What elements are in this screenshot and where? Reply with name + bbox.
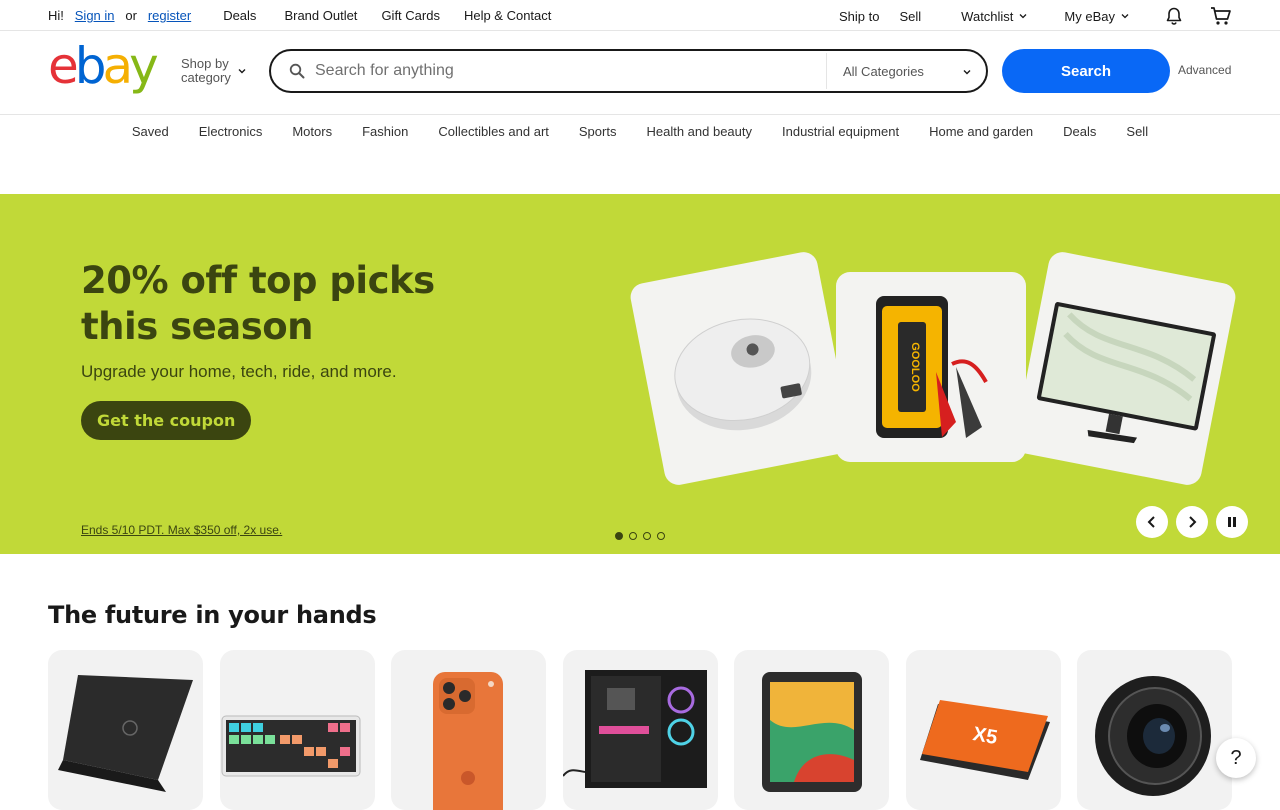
greeting: Hi! Sign in or register [48,8,191,23]
or-text: or [125,8,137,23]
tile-camera-lens[interactable] [1077,650,1232,810]
register-link[interactable]: register [148,8,191,23]
chevron-down-icon [1019,14,1027,19]
tile-phone[interactable] [391,650,546,810]
ssd-image: X5 [919,700,1050,780]
carousel-dots [615,532,671,540]
svg-text:X5: X5 [971,723,999,749]
pc-tower-image [562,670,707,788]
chevron-down-icon [238,69,246,74]
tile-keyboard[interactable] [219,650,375,810]
deals-link[interactable]: Deals [223,8,256,23]
advanced-search-link[interactable]: Advanced [1178,63,1231,77]
hero-subtitle: Upgrade your home, tech, ride, and more. [81,362,397,381]
monitor-card[interactable] [1012,249,1238,488]
search-bar: All Categories [269,49,988,93]
logo-letter-e: e [48,37,79,95]
category-select-value: All Categories [843,63,924,79]
shop-by-category-button[interactable]: Shop by category [181,57,247,85]
tile-tablet[interactable] [734,650,889,810]
keyboard-image [221,715,360,777]
logo-letter-a: a [102,37,134,95]
search-button[interactable]: Search [1002,49,1170,93]
robot-vacuum-card[interactable] [628,249,854,488]
chevron-right-icon [1189,516,1197,528]
nav-item-electronics[interactable]: Electronics [199,124,263,144]
top-right-links: Ship to Sell Watchlist My eBay [839,6,1232,26]
section-title: The future in your hands [48,601,377,629]
tile-laptop[interactable] [48,650,203,810]
product-tiles-row: X5 [48,650,1249,810]
chevron-down-icon [1121,14,1129,19]
greeting-text: Hi! [48,8,64,23]
search-input[interactable] [315,59,815,83]
carousel-dot[interactable] [629,532,637,540]
robot-vacuum-image [674,318,812,431]
logo-letter-y: y [129,37,159,95]
notifications-bell-icon[interactable] [1164,6,1184,26]
carousel-dot[interactable] [615,532,623,540]
cart-icon[interactable] [1210,6,1232,26]
carousel-prev-button[interactable] [1136,506,1168,538]
hero-terms-link[interactable]: Ends 5/10 PDT. Max $350 off, 2x use. [81,523,282,537]
nav-item-sports[interactable]: Sports [579,124,617,144]
category-nav: Saved Electronics Motors Fashion Collect… [0,124,1280,144]
chevron-down-icon [963,70,971,75]
camera-lens-image [1095,676,1211,796]
ebay-logo[interactable]: ebay [48,41,159,91]
shop-by-label: Shop by [181,56,229,71]
carousel-next-button[interactable] [1176,506,1208,538]
my-ebay-label: My eBay [1064,8,1115,24]
nav-item-saved[interactable]: Saved [132,124,169,144]
category-select[interactable]: All Categories [826,53,986,89]
pause-icon [1228,517,1236,527]
help-contact-link[interactable]: Help & Contact [464,8,551,23]
nav-item-motors[interactable]: Motors [292,124,332,144]
watchlist-label: Watchlist [961,8,1014,24]
monitor-image [1036,302,1216,444]
nav-item-home-garden[interactable]: Home and garden [929,124,1033,144]
watchlist-menu[interactable]: Watchlist [961,9,1028,24]
carousel-dot[interactable] [643,532,651,540]
nav-item-health-beauty[interactable]: Health and beauty [646,124,752,144]
main-header: ebay Shop by category All Categories Sea… [0,31,1280,115]
laptop-image [58,675,193,792]
hero-title: 20% off top picks this season [81,259,435,348]
help-button[interactable]: ? [1216,738,1256,778]
chevron-left-icon [1147,516,1155,528]
top-left-links: Hi! Sign in or register Deals Brand Outl… [48,8,551,23]
svg-text:GOOLOO: GOOLOO [909,342,921,392]
nav-item-industrial[interactable]: Industrial equipment [782,124,899,144]
sign-in-link[interactable]: Sign in [75,8,115,23]
tile-ssd[interactable]: X5 [905,650,1061,810]
nav-item-deals[interactable]: Deals [1063,124,1096,144]
nav-item-sell[interactable]: Sell [1126,124,1148,144]
phone-image [433,672,503,810]
carousel-dot[interactable] [657,532,665,540]
gift-cards-link[interactable]: Gift Cards [381,8,440,23]
sell-link[interactable]: Sell [899,9,921,24]
tablet-image [762,672,862,792]
logo-letter-b: b [74,37,107,95]
top-utility-bar: Hi! Sign in or register Deals Brand Outl… [0,0,1280,31]
get-coupon-button[interactable]: Get the coupon [81,401,252,440]
hero-banner: 20% off top picks this season Upgrade yo… [0,194,1280,554]
my-ebay-menu[interactable]: My eBay [1064,9,1130,24]
category-label: category [181,70,231,85]
ship-to-link[interactable]: Ship to [839,9,879,24]
nav-item-fashion[interactable]: Fashion [362,124,408,144]
jump-starter-card[interactable]: GOOLOO [836,272,1026,462]
tile-pc-tower[interactable] [562,650,718,810]
jump-starter-image: GOOLOO [876,296,988,438]
search-icon [289,63,305,79]
nav-item-collectibles[interactable]: Collectibles and art [438,124,549,144]
brand-outlet-link[interactable]: Brand Outlet [284,8,357,23]
carousel-pause-button[interactable] [1216,506,1248,538]
